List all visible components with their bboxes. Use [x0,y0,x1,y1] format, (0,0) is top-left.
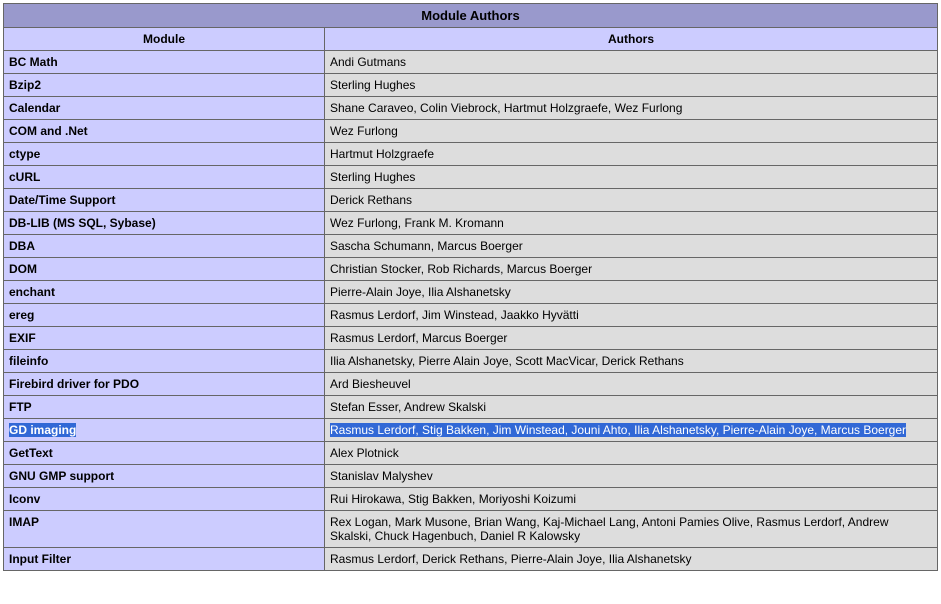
authors-cell: Rasmus Lerdorf, Marcus Boerger [325,327,938,350]
module-cell: COM and .Net [4,120,325,143]
table-row: COM and .NetWez Furlong [4,120,938,143]
module-authors-table: Module Authors Module Authors BC MathAnd… [3,3,938,571]
table-row: GD imaging Rasmus Lerdorf, Stig Bakken, J… [4,419,938,442]
table-row: fileinfoIlia Alshanetsky, Pierre Alain J… [4,350,938,373]
module-name: GD imaging [9,423,76,437]
module-cell: DBA [4,235,325,258]
authors-cell: Sascha Schumann, Marcus Boerger [325,235,938,258]
table-row: GetTextAlex Plotnick [4,442,938,465]
module-cell: GNU GMP support [4,465,325,488]
module-cell: FTP [4,396,325,419]
module-cell: DB-LIB (MS SQL, Sybase) [4,212,325,235]
table-row: Input FilterRasmus Lerdorf, Derick Retha… [4,548,938,571]
authors-cell: Pierre-Alain Joye, Ilia Alshanetsky [325,281,938,304]
table-row: EXIFRasmus Lerdorf, Marcus Boerger [4,327,938,350]
authors-cell: Rui Hirokawa, Stig Bakken, Moriyoshi Koi… [325,488,938,511]
table-row: eregRasmus Lerdorf, Jim Winstead, Jaakko… [4,304,938,327]
table-row: DOMChristian Stocker, Rob Richards, Marc… [4,258,938,281]
authors-cell: Wez Furlong, Frank M. Kromann [325,212,938,235]
authors-cell: Stanislav Malyshev [325,465,938,488]
table-row: IMAPRex Logan, Mark Musone, Brian Wang, … [4,511,938,548]
module-cell: Firebird driver for PDO [4,373,325,396]
authors-cell: Wez Furlong [325,120,938,143]
table-row: DBASascha Schumann, Marcus Boerger [4,235,938,258]
authors-cell: Rasmus Lerdorf, Stig Bakken, Jim Winstea… [325,419,938,442]
authors-cell: Christian Stocker, Rob Richards, Marcus … [325,258,938,281]
table-row: Date/Time SupportDerick Rethans [4,189,938,212]
table-row: enchantPierre-Alain Joye, Ilia Alshanets… [4,281,938,304]
table-row: IconvRui Hirokawa, Stig Bakken, Moriyosh… [4,488,938,511]
table-row: FTPStefan Esser, Andrew Skalski [4,396,938,419]
authors-text: Rasmus Lerdorf, Stig Bakken, Jim Winstea… [330,423,906,437]
module-cell: ctype [4,143,325,166]
authors-cell: Rasmus Lerdorf, Jim Winstead, Jaakko Hyv… [325,304,938,327]
table-row: CalendarShane Caraveo, Colin Viebrock, H… [4,97,938,120]
module-cell: cURL [4,166,325,189]
module-cell: Iconv [4,488,325,511]
module-cell: ereg [4,304,325,327]
authors-cell: Rasmus Lerdorf, Derick Rethans, Pierre-A… [325,548,938,571]
authors-cell: Stefan Esser, Andrew Skalski [325,396,938,419]
module-cell: EXIF [4,327,325,350]
authors-cell: Shane Caraveo, Colin Viebrock, Hartmut H… [325,97,938,120]
module-cell: Input Filter [4,548,325,571]
module-cell: Date/Time Support [4,189,325,212]
authors-cell: Alex Plotnick [325,442,938,465]
table-row: ctypeHartmut Holzgraefe [4,143,938,166]
module-cell: IMAP [4,511,325,548]
table-row: BC MathAndi Gutmans [4,51,938,74]
authors-cell: Sterling Hughes [325,166,938,189]
authors-cell: Hartmut Holzgraefe [325,143,938,166]
authors-cell: Rex Logan, Mark Musone, Brian Wang, Kaj-… [325,511,938,548]
column-header-module: Module [4,28,325,51]
table-row: DB-LIB (MS SQL, Sybase)Wez Furlong, Fran… [4,212,938,235]
module-cell: Bzip2 [4,74,325,97]
module-cell: GetText [4,442,325,465]
column-header-authors: Authors [325,28,938,51]
module-cell: DOM [4,258,325,281]
authors-cell: Sterling Hughes [325,74,938,97]
table-row: Firebird driver for PDOArd Biesheuvel [4,373,938,396]
table-row: GNU GMP supportStanislav Malyshev [4,465,938,488]
module-cell: BC Math [4,51,325,74]
authors-cell: Ard Biesheuvel [325,373,938,396]
table-row: Bzip2Sterling Hughes [4,74,938,97]
module-cell: Calendar [4,97,325,120]
authors-cell: Andi Gutmans [325,51,938,74]
table-title: Module Authors [4,4,938,28]
module-cell: GD imaging [4,419,325,442]
authors-cell: Ilia Alshanetsky, Pierre Alain Joye, Sco… [325,350,938,373]
table-row: cURLSterling Hughes [4,166,938,189]
module-cell: enchant [4,281,325,304]
authors-cell: Derick Rethans [325,189,938,212]
module-cell: fileinfo [4,350,325,373]
